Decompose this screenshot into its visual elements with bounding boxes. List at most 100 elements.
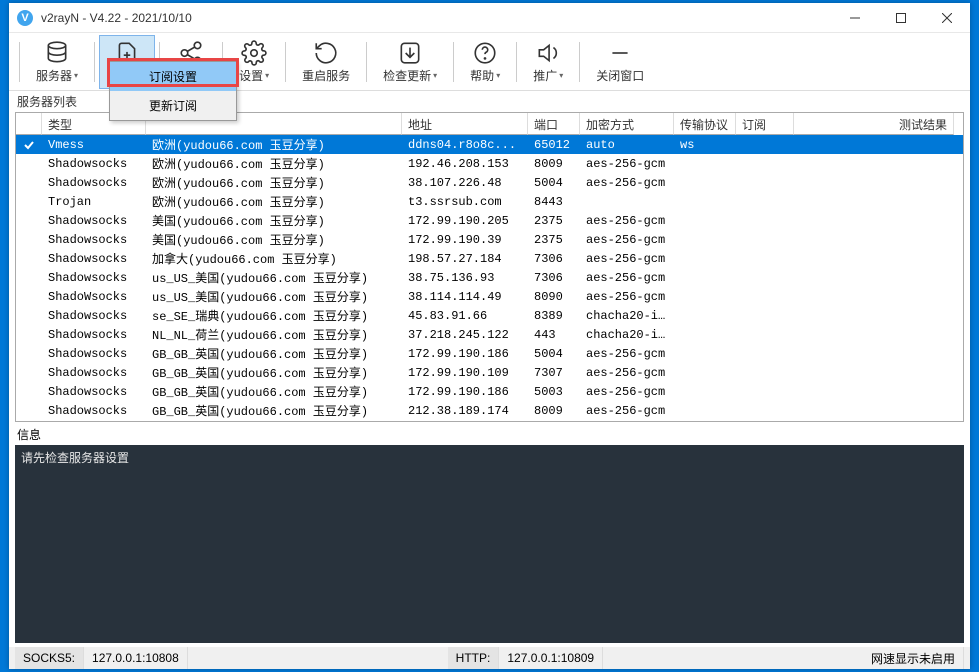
cell-subscription [736,277,794,279]
cell-test [794,410,954,412]
closewindow-button[interactable]: 关闭窗口 [584,35,656,89]
cell-test [794,296,954,298]
cell-transport [674,182,736,184]
cell-test [794,144,954,146]
table-row[interactable]: Vmess欧洲(yudou66.com 玉豆分享)ddns04.r8o8c...… [16,135,963,154]
dropdown-update-subscription[interactable]: 更新订阅 [110,91,236,120]
cell-remark: 欧洲(yudou66.com 玉豆分享) [146,173,402,192]
table-row[interactable]: ShadowsocksGB_GB_英国(yudou66.com 玉豆分享)172… [16,363,963,382]
table-row[interactable]: Shadowsocksse_SE_瑞典(yudou66.com 玉豆分享)45.… [16,306,963,325]
cell-subscription [736,391,794,393]
close-button[interactable] [924,3,970,33]
chevron-down-icon: ▾ [265,71,269,80]
info-label: 信息 [17,426,962,443]
cell-remark: NL_NL_荷兰(yudou66.com 玉豆分享) [146,325,402,344]
promotion-menu[interactable]: 推广▾ [521,35,575,89]
cell-subscription [736,315,794,317]
cell-port: 8009 [528,156,580,172]
cell-test [794,182,954,184]
checkupdate-menu[interactable]: 检查更新▾ [371,35,449,89]
toolbar-separator [94,42,95,82]
cell-transport [674,258,736,260]
cell-encryption: aes-256-gcm [580,156,674,172]
toolbar-separator [19,42,20,82]
table-row[interactable]: Shadowsocks欧洲(yudou66.com 玉豆分享)192.46.20… [16,154,963,173]
col-encryption[interactable]: 加密方式 [580,113,674,135]
cell-test [794,277,954,279]
cell-address: 172.99.190.205 [402,213,528,229]
minimize-button[interactable] [832,3,878,33]
cell-subscription [736,258,794,260]
settings-label: 设置 [239,67,263,84]
cell-transport [674,239,736,241]
restart-button[interactable]: 重启服务 [290,35,362,89]
server-list: 类型 地址 端口 加密方式 传输协议 订阅 测试结果 Vmess欧洲(yudou… [15,112,964,422]
cell-encryption: aes-256-gcm [580,175,674,191]
table-row[interactable]: Shadowsocksus_US_美国(yudou66.com 玉豆分享)38.… [16,268,963,287]
app-window: V v2rayN - V4.22 - 2021/10/10 服务器▾ [9,3,970,669]
col-transport[interactable]: 传输协议 [674,113,736,135]
cell-encryption: aes-256-gcm [580,270,674,286]
cell-test [794,163,954,165]
subscribe-dropdown: 订阅设置 更新订阅 [109,61,237,121]
col-test[interactable]: 测试结果 [794,113,954,135]
cell-transport [674,277,736,279]
table-row[interactable]: Shadowsocks美国(yudou66.com 玉豆分享)172.99.19… [16,230,963,249]
window-controls [832,3,970,33]
toolbar-separator [285,42,286,82]
maximize-button[interactable] [878,3,924,33]
cell-subscription [736,372,794,374]
table-row[interactable]: Trojan欧洲(yudou66.com 玉豆分享)t3.ssrsub.com8… [16,192,963,211]
table-row[interactable]: Shadowsocks美国(yudou66.com 玉豆分享)172.99.19… [16,211,963,230]
table-row[interactable]: ShadowsocksGB_GB_英国(yudou66.com 玉豆分享)172… [16,344,963,363]
dropdown-subscription-settings[interactable]: 订阅设置 [110,62,236,91]
toolbar-separator [579,42,580,82]
cell-remark: BE_BE_比利时(yudou66.com 玉豆分享) [146,420,402,422]
cell-address: 172.99.190.186 [402,384,528,400]
col-address[interactable]: 地址 [402,113,528,135]
minus-icon [607,39,633,67]
col-port[interactable]: 端口 [528,113,580,135]
cell-encryption: chacha20-i... [580,308,674,324]
table-row[interactable]: ShadowsocksGB_GB_英国(yudou66.com 玉豆分享)212… [16,401,963,420]
cell-remark: 欧洲(yudou66.com 玉豆分享) [146,135,402,154]
row-marker [16,391,42,393]
cell-encryption: chacha20-i... [580,422,674,423]
cell-port: 5004 [528,346,580,362]
help-menu[interactable]: 帮助▾ [458,35,512,89]
row-marker [16,277,42,279]
cell-test [794,201,954,203]
cell-encryption: aes-256-gcm [580,251,674,267]
cell-remark: se_SE_瑞典(yudou66.com 玉豆分享) [146,306,402,325]
cell-port: 65012 [528,137,580,153]
table-row[interactable]: Shadowsocks欧洲(yudou66.com 玉豆分享)38.107.22… [16,173,963,192]
cell-encryption: chacha20-i... [580,327,674,343]
table-row[interactable]: ShadoWsocksus_US_美国(yudou66.com 玉豆分享)38.… [16,287,963,306]
row-marker [16,334,42,336]
cell-transport [674,372,736,374]
window-title: v2rayN - V4.22 - 2021/10/10 [41,11,832,25]
cell-type: ShadoWsocks [42,289,146,305]
cell-port: 443 [528,327,580,343]
table-row[interactable]: ShadowsocksGB_GB_英国(yudou66.com 玉豆分享)172… [16,382,963,401]
help-icon [472,39,498,67]
cell-test [794,391,954,393]
table-row[interactable]: Shadowsocks加拿大(yudou66.com 玉豆分享)198.57.2… [16,249,963,268]
cell-remark: us_US_美国(yudou66.com 玉豆分享) [146,268,402,287]
col-subscription[interactable]: 订阅 [736,113,794,135]
server-label: 服务器 [36,67,72,84]
cell-type: Shadowsocks [42,346,146,362]
server-menu[interactable]: 服务器▾ [24,35,90,89]
table-row[interactable]: ShadowsocksNL_NL_荷兰(yudou66.com 玉豆分享)37.… [16,325,963,344]
socks-label: SOCKS5: [15,647,84,669]
cell-test [794,372,954,374]
checkupdate-label: 检查更新 [383,67,431,84]
table-row[interactable]: ShadoWsocksBE_BE_比利时(yudou66.com 玉豆分享)77… [16,420,963,422]
cell-address: ddns04.r8o8c... [402,137,528,153]
row-marker [16,138,42,152]
col-marker[interactable] [16,113,42,135]
cell-type: Shadowsocks [42,156,146,172]
cell-remark: us_US_美国(yudou66.com 玉豆分享) [146,287,402,306]
cell-subscription [736,353,794,355]
cell-subscription [736,163,794,165]
